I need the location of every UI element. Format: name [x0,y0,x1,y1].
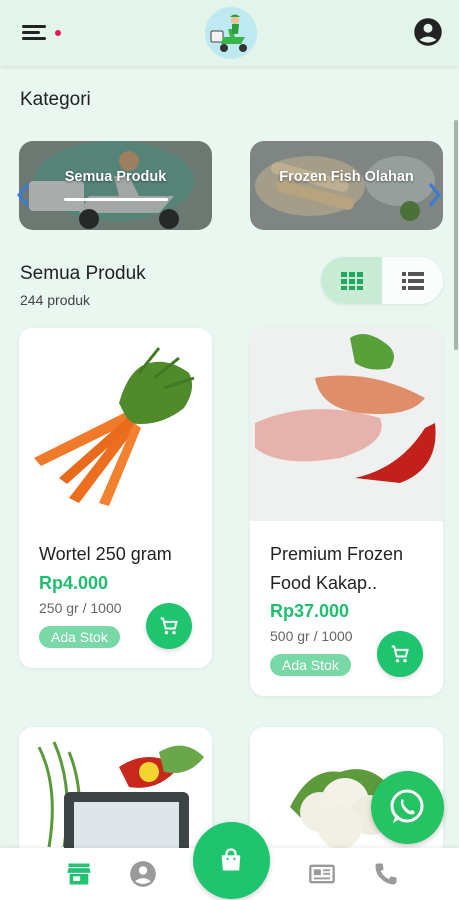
product-image-fish-fillet [250,328,443,521]
list-view-button[interactable] [382,257,443,304]
delivery-scooter-logo [205,7,257,59]
category-image [250,141,443,230]
add-to-cart-button[interactable] [377,631,423,677]
notification-dot [55,30,61,36]
product-name-line-1: Premium Frozen [270,544,404,564]
stock-badge: Ada Stok [270,654,351,676]
product-card-premium-frozen-kakap[interactable]: Premium Frozen Food Kakap.. Rp37.000 500… [250,328,443,696]
shopping-bag-button[interactable] [193,822,270,899]
product-price: Rp4.000 [39,573,109,593]
product-card-wortel[interactable]: Wortel 250 gram Rp4.000 250 gr / 1000 Ad… [19,328,212,668]
grid-view-icon [341,272,363,290]
phone-icon [375,863,397,885]
category-label: Semua Produk [64,169,167,185]
stock-badge: Ada Stok [39,626,120,648]
scrollbar[interactable] [454,120,458,350]
nav-account[interactable] [129,860,157,888]
scroll-left-button[interactable] [14,180,32,210]
scroll-right-button[interactable] [426,180,444,210]
whatsapp-button[interactable] [371,771,444,844]
chevron-right-icon [428,183,441,207]
products-section-title: Semua Produk [20,263,146,284]
store-icon [67,863,91,885]
cart-icon [391,645,409,663]
menu-button[interactable] [20,20,64,46]
account-button[interactable] [413,17,443,47]
category-section-title: Kategori [20,89,91,110]
active-category-indicator [64,198,168,201]
news-icon [309,864,335,884]
top-app-bar [0,0,459,66]
cart-icon [160,617,178,635]
list-view-icon [402,272,424,290]
shopping-bag-icon [221,848,241,871]
product-weight: 500 gr / 1000 [270,628,353,644]
nav-phone[interactable] [372,860,400,888]
product-name: Wortel 250 gram [39,544,172,564]
product-count: 244 produk [20,292,91,308]
account-circle-icon [414,18,442,46]
product-card-frozen-fish[interactable] [19,727,212,867]
account-icon [130,861,156,887]
product-price: Rp37.000 [270,601,350,621]
product-image-carrots [19,328,212,518]
add-to-cart-button[interactable] [146,603,192,649]
whatsapp-icon [390,789,424,823]
product-weight: 250 gr / 1000 [39,600,122,616]
category-label: Frozen Fish Olahan [279,169,414,185]
category-image [19,141,212,230]
view-mode-toggle [321,257,443,304]
chevron-left-icon [17,183,30,207]
category-card-semua-produk[interactable]: Semua Produk [19,141,212,230]
product-name-line-2: Food Kakap.. [270,573,378,593]
nav-news[interactable] [308,860,336,888]
nav-store[interactable] [65,860,93,888]
grid-view-button[interactable] [321,257,382,304]
category-card-frozen-fish-olahan[interactable]: Frozen Fish Olahan [250,141,443,230]
product-image-frozen-fish [19,727,212,867]
